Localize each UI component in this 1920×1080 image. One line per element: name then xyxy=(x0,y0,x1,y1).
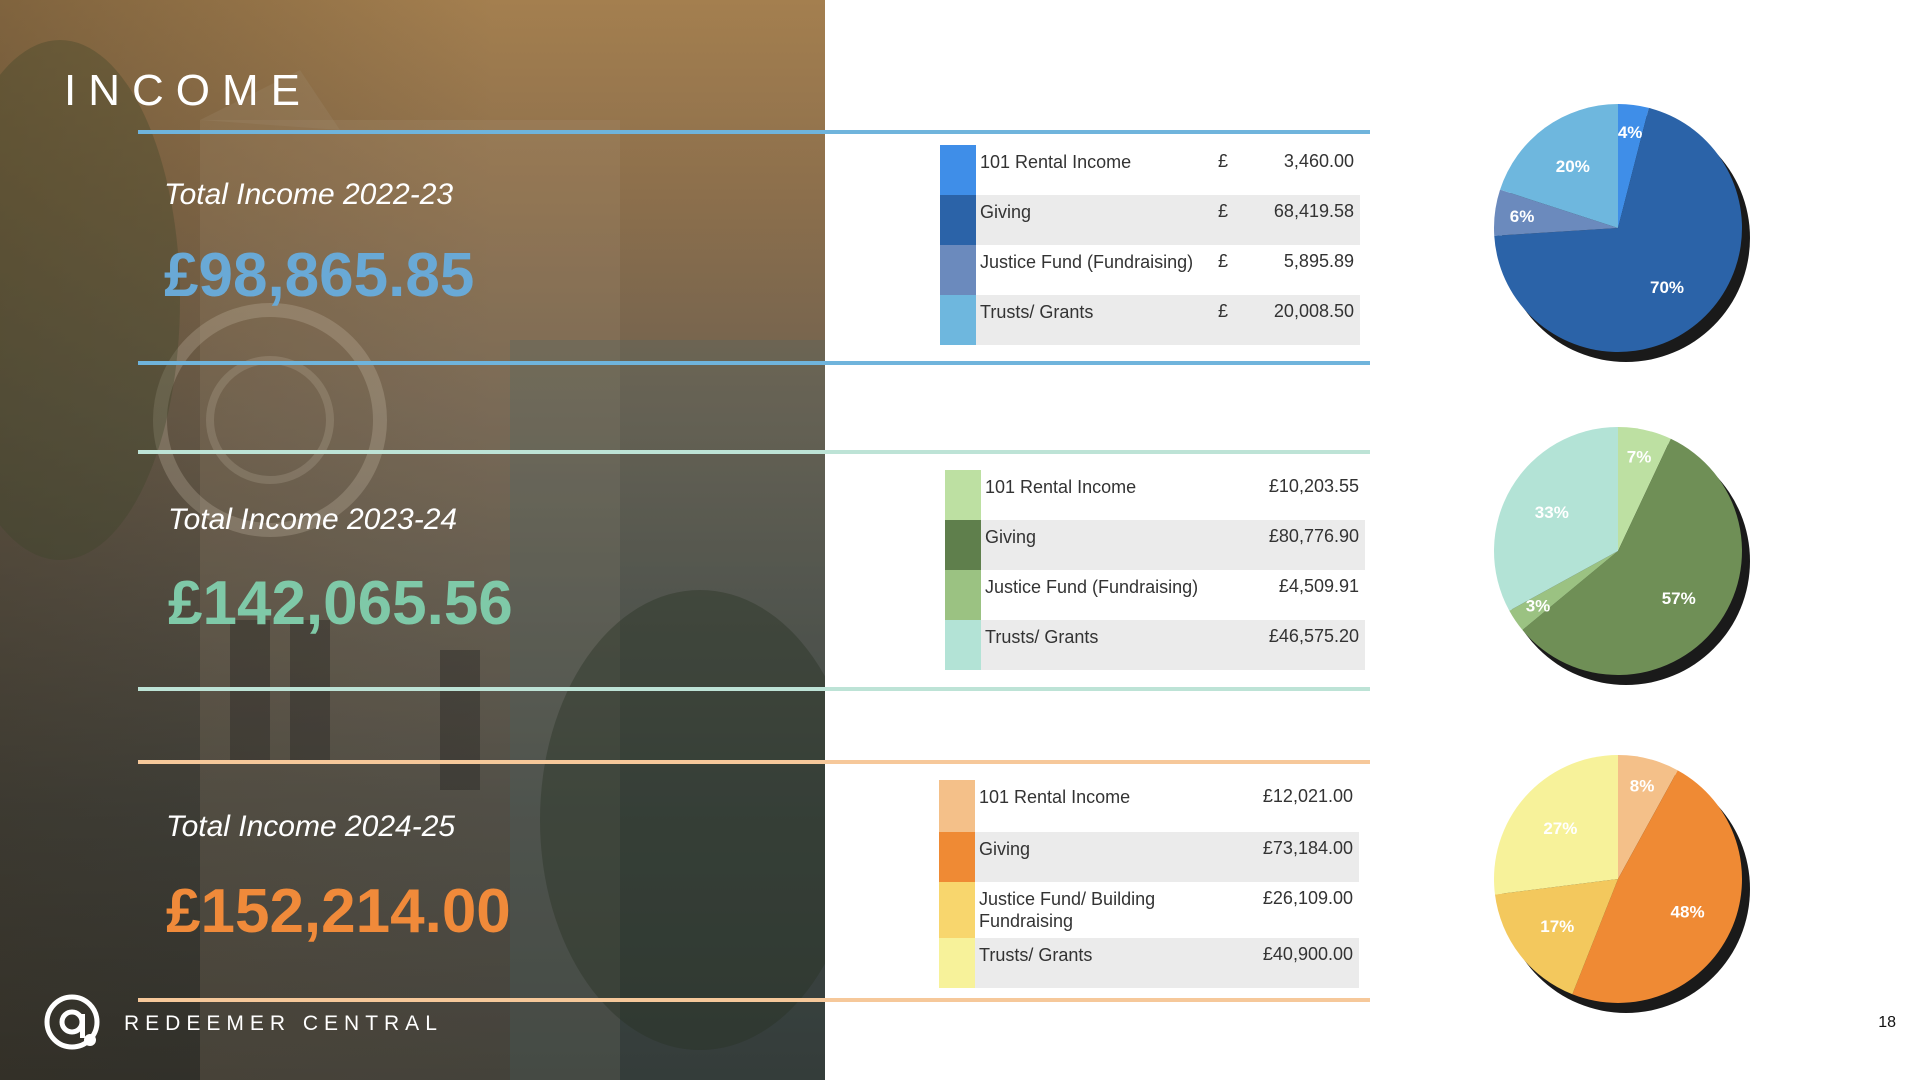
row-amount: £26,109.00 xyxy=(1262,888,1353,908)
row-label: Trusts/ Grants xyxy=(980,302,1094,322)
legend-table-2022: 101 Rental Income £ 3,460.00 Giving £ 68… xyxy=(940,145,1360,345)
pie-slice-label: 8% xyxy=(1630,776,1655,795)
divider-bottom-2024 xyxy=(138,998,1370,1002)
table-row: Justice Fund (Fundraising) £4,509.91 xyxy=(945,570,1365,620)
color-swatch xyxy=(945,620,981,670)
row-amount: £80,776.90 xyxy=(1268,526,1359,546)
row-label: 101 Rental Income xyxy=(979,787,1131,807)
color-swatch xyxy=(940,195,976,245)
pie-chart-2023: 7%57%3%33% xyxy=(1494,427,1750,685)
pie-slice-label: 33% xyxy=(1535,503,1569,522)
pie-slice-label: 6% xyxy=(1510,207,1535,226)
pie-slice-label: 70% xyxy=(1650,278,1684,297)
row-label: Trusts/ Grants xyxy=(979,945,1093,965)
row-label: Trusts/ Grants xyxy=(985,627,1099,647)
divider-top-2023 xyxy=(138,450,1370,454)
table-row: Trusts/ Grants £46,575.20 xyxy=(945,620,1365,670)
table-row: Trusts/ Grants £40,900.00 xyxy=(939,938,1359,988)
row-amount: £40,900.00 xyxy=(1262,944,1353,964)
table-row: Justice Fund/ Building Fundraising £26,1… xyxy=(939,882,1359,938)
color-swatch xyxy=(939,832,975,882)
pie-slice-label: 7% xyxy=(1627,448,1652,467)
pie-chart-2024: 8% 48% 17% 27% xyxy=(1494,755,1750,1013)
table-row: Giving £80,776.90 xyxy=(945,520,1365,570)
row-amount: £46,575.20 xyxy=(1268,626,1359,646)
total-income-value-2024: £152,214.00 xyxy=(166,877,511,946)
divider-bottom-2022 xyxy=(138,361,1370,365)
pie-chart-2022: 4% 70% 6% 20% xyxy=(1494,104,1750,362)
pie-slice-label: 20% xyxy=(1556,157,1590,176)
table-row: 101 Rental Income £12,021.00 xyxy=(939,780,1359,832)
color-swatch xyxy=(945,470,981,520)
row-label: Justice Fund (Fundraising) xyxy=(980,252,1194,272)
table-row: Giving £73,184.00 xyxy=(939,832,1359,882)
row-label: 101 Rental Income xyxy=(980,152,1132,172)
row-currency: £ xyxy=(1218,151,1229,171)
color-swatch xyxy=(945,570,981,620)
color-swatch xyxy=(940,145,976,195)
color-swatch xyxy=(945,520,981,570)
total-income-label-2022: Total Income 2022-23 xyxy=(164,178,454,211)
row-currency: £ xyxy=(1218,301,1229,321)
row-currency: £ xyxy=(1218,201,1229,221)
pie-slice-label: 57% xyxy=(1662,589,1696,608)
divider-top-2024 xyxy=(138,760,1370,764)
row-amount: 5,895.89 xyxy=(1283,251,1354,271)
total-income-label-2024: Total Income 2024-25 xyxy=(166,810,456,843)
row-currency: £ xyxy=(1218,251,1229,271)
table-row: Justice Fund (Fundraising) £ 5,895.89 xyxy=(940,245,1360,295)
row-amount: £10,203.55 xyxy=(1268,476,1359,496)
redeemer-logo xyxy=(44,994,100,1050)
pie-slice-label: 27% xyxy=(1543,819,1577,838)
row-label: Justice Fund (Fundraising) xyxy=(985,577,1199,597)
total-income-value-2023: £142,065.56 xyxy=(168,569,513,638)
table-row: Trusts/ Grants £ 20,008.50 xyxy=(940,295,1360,345)
legend-table-2023: 101 Rental Income £10,203.55 Giving £80,… xyxy=(945,470,1365,670)
pie-slice-label: 48% xyxy=(1671,903,1705,922)
color-swatch xyxy=(939,938,975,988)
total-income-label-2023: Total Income 2023-24 xyxy=(168,503,458,536)
row-label: Giving xyxy=(979,839,1031,859)
row-amount: 3,460.00 xyxy=(1283,151,1354,171)
color-swatch xyxy=(939,882,975,938)
table-row: 101 Rental Income £ 3,460.00 xyxy=(940,145,1360,195)
pie-slice-label: 4% xyxy=(1618,123,1643,142)
row-label: Justice Fund/ Building Fundraising xyxy=(979,889,1156,931)
table-row: 101 Rental Income £10,203.55 xyxy=(945,470,1365,520)
row-label: Giving xyxy=(985,527,1037,547)
legend-table-2024: 101 Rental Income £12,021.00 Giving £73,… xyxy=(939,780,1359,988)
color-swatch xyxy=(940,295,976,345)
row-label: Giving xyxy=(980,202,1032,222)
row-amount: 68,419.58 xyxy=(1273,201,1354,221)
table-row: Giving £ 68,419.58 xyxy=(940,195,1360,245)
pie-slice-label: 17% xyxy=(1540,917,1574,936)
divider-bottom-2023 xyxy=(138,687,1370,691)
row-amount: £4,509.91 xyxy=(1278,576,1359,596)
row-label: 101 Rental Income xyxy=(985,477,1137,497)
color-swatch xyxy=(939,780,975,832)
page-number: 18 xyxy=(1878,1014,1896,1031)
slide-title: INCOME xyxy=(64,66,312,115)
row-amount: 20,008.50 xyxy=(1273,301,1354,321)
total-income-value-2022: £98,865.85 xyxy=(164,241,475,310)
brand-name: REDEEMER CENTRAL xyxy=(124,1012,443,1035)
logo-at-icon xyxy=(44,994,100,1050)
color-swatch xyxy=(940,245,976,295)
row-amount: £73,184.00 xyxy=(1262,838,1353,858)
row-amount: £12,021.00 xyxy=(1262,786,1353,806)
divider-top-2022 xyxy=(138,130,1370,134)
